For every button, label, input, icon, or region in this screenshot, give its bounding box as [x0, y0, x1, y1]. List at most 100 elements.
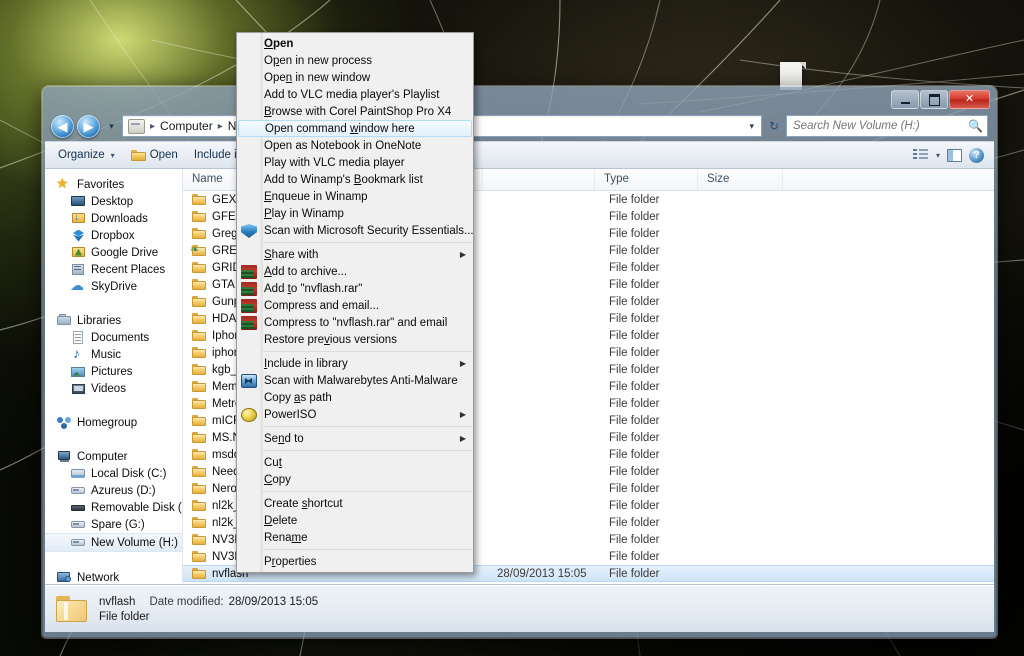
minimize-button[interactable]: [891, 90, 919, 109]
sidebar-item-desktop[interactable]: Desktop: [45, 193, 182, 210]
breadcrumb-computer[interactable]: Computer: [158, 119, 215, 133]
sidebar-label: Homegroup: [77, 416, 138, 429]
maximize-button[interactable]: [920, 90, 948, 109]
open-button[interactable]: Open: [124, 144, 185, 166]
help-icon[interactable]: ?: [969, 147, 984, 163]
sidebar-item-videos[interactable]: Videos: [45, 380, 182, 397]
sidebar-item-network[interactable]: Network: [45, 569, 182, 584]
search-icon: 🔍: [968, 119, 983, 133]
folder-icon: [192, 431, 207, 444]
column-header-type[interactable]: Type: [595, 169, 698, 190]
menu-item-open-as-notebook-in-onenote[interactable]: Open as Notebook in OneNote: [237, 137, 473, 154]
cell-type: File folder: [609, 363, 660, 376]
sidebar-item-google-drive[interactable]: Google Drive: [45, 244, 182, 261]
explorer-window[interactable]: ✕ ◀ ▶ ▾ ▸ Computer ▸ New Volu ▾ ↻ 🔍 Orga…: [42, 86, 997, 638]
menu-item-include-in-library[interactable]: Include in library ▶: [237, 355, 473, 372]
menu-item-open[interactable]: Open: [237, 35, 473, 52]
menu-item-scan-with-malwarebytes-anti-malware[interactable]: Scan with Malwarebytes Anti-Malware: [237, 372, 473, 389]
window-controls: ✕: [891, 90, 990, 109]
menu-item-scan-with-microsoft-security-essentials[interactable]: Scan with Microsoft Security Essentials.…: [237, 222, 474, 239]
sidebar-item-local-disk-c[interactable]: Local Disk (C:): [45, 465, 182, 482]
cell-type: File folder: [609, 499, 660, 512]
menu-item-poweriso[interactable]: PowerISO ▶: [237, 406, 473, 423]
sidebar-item-dropbox[interactable]: Dropbox: [45, 227, 182, 244]
minimize-icon: [900, 101, 910, 104]
menu-item-copy-as-path[interactable]: Copy as path: [237, 389, 473, 406]
table-row[interactable]: nvflash_windows_5.11828/09/2013 13:54Fil…: [183, 582, 994, 584]
menu-item-label: Enqueue in Winamp: [264, 190, 368, 203]
folder-icon: [192, 397, 207, 410]
view-chevron-down-icon[interactable]: ▾: [936, 151, 940, 160]
menu-item-add-to-vlc-media-player-s-playlist[interactable]: Add to VLC media player's Playlist: [237, 86, 473, 103]
menu-item-open-command-window-here[interactable]: Open command window here: [238, 120, 472, 137]
sidebar-item-new-volume-h[interactable]: New Volume (H:): [45, 533, 182, 552]
context-menu[interactable]: Open Open in new process Open in new windo…: [236, 32, 474, 573]
menu-item-open-in-new-window[interactable]: Open in new window: [237, 69, 473, 86]
search-input[interactable]: [791, 119, 969, 133]
menu-item-share-with[interactable]: Share with ▶: [237, 246, 473, 263]
menu-separator: [262, 450, 472, 451]
sidebar-item-downloads[interactable]: Downloads: [45, 210, 182, 227]
details-line-1: nvflash Date modified: 28/09/2013 15:05: [99, 596, 318, 608]
menu-item-play-with-vlc-media-player[interactable]: Play with VLC media player: [237, 154, 473, 171]
menu-item-compress-and-email[interactable]: Compress and email...: [237, 297, 473, 314]
sidebar-item-homegroup[interactable]: Homegroup: [45, 414, 182, 431]
back-button[interactable]: ◀: [51, 114, 74, 138]
column-header-date-modified[interactable]: [483, 169, 595, 190]
preview-pane-icon[interactable]: [947, 148, 962, 162]
menu-item-label: Add to Winamp's Bookmark list: [264, 173, 423, 186]
title-bar[interactable]: ✕: [43, 87, 996, 111]
organize-button[interactable]: Organize ▾: [51, 144, 122, 166]
forward-button[interactable]: ▶: [77, 114, 100, 138]
drive-icon: [71, 536, 86, 550]
menu-item-delete[interactable]: Delete: [237, 512, 473, 529]
refresh-button[interactable]: ↻: [764, 116, 784, 136]
sidebar-item-spare-g[interactable]: Spare (G:): [45, 516, 182, 533]
menu-item-cut[interactable]: Cut: [237, 454, 473, 471]
change-view-icon[interactable]: [912, 148, 929, 162]
menu-item-restore-previous-versions[interactable]: Restore previous versions: [237, 331, 473, 348]
sidebar-item-favorites[interactable]: Favorites: [45, 176, 182, 193]
include-label: Include i: [193, 149, 237, 161]
sidebar-item-skydrive[interactable]: SkyDrive: [45, 278, 182, 295]
menu-item-browse-with-corel-paintshop-pro-x4[interactable]: Browse with Corel PaintShop Pro X4: [237, 103, 473, 120]
cell-type: File folder: [609, 397, 660, 410]
folder-icon: [192, 363, 207, 376]
folder-icon: [192, 346, 207, 359]
menu-item-rename[interactable]: Rename: [237, 529, 473, 546]
folder-icon: [192, 516, 207, 529]
address-dropdown-icon[interactable]: ▾: [744, 121, 759, 132]
sidebar-label: Google Drive: [91, 246, 159, 259]
column-header-size[interactable]: Size: [698, 169, 783, 190]
close-button[interactable]: ✕: [949, 90, 990, 109]
downloads-icon: [71, 212, 86, 226]
menu-item-enqueue-in-winamp[interactable]: Enqueue in Winamp: [237, 188, 473, 205]
recent-locations-button[interactable]: ▾: [105, 117, 118, 135]
menu-item-add-to-archive[interactable]: Add to archive...: [237, 263, 473, 280]
menu-item-properties[interactable]: Properties: [237, 553, 473, 570]
command-bar-right: ▾ ?: [912, 147, 988, 163]
back-arrow-icon: ◀: [57, 118, 68, 134]
menu-item-create-shortcut[interactable]: Create shortcut: [237, 495, 473, 512]
folder-icon: [192, 312, 207, 325]
sidebar-item-removable-disk-e[interactable]: Removable Disk (E:): [45, 499, 182, 516]
menu-item-compress-to-nvflash-rar-and-email[interactable]: Compress to "nvflash.rar" and email: [237, 314, 473, 331]
sidebar-item-azureus-d[interactable]: Azureus (D:): [45, 482, 182, 499]
menu-item-play-in-winamp[interactable]: Play in Winamp: [237, 205, 473, 222]
menu-item-open-in-new-process[interactable]: Open in new process: [237, 52, 473, 69]
menu-item-copy[interactable]: Copy: [237, 471, 473, 488]
menu-item-add-to-winamp-s-bookmark-list[interactable]: Add to Winamp's Bookmark list: [237, 171, 473, 188]
sidebar-item-recent-places[interactable]: Recent Places: [45, 261, 182, 278]
navigation-pane[interactable]: Favorites Desktop Downloads Dropbox Goog…: [45, 169, 183, 584]
sidebar-item-libraries[interactable]: Libraries: [45, 312, 182, 329]
sidebar-item-music[interactable]: Music: [45, 346, 182, 363]
search-box[interactable]: 🔍: [786, 115, 988, 137]
sidebar-item-documents[interactable]: Documents: [45, 329, 182, 346]
menu-separator: [262, 426, 472, 427]
sidebar-item-pictures[interactable]: Pictures: [45, 363, 182, 380]
menu-item-add-to-nvflash-rar[interactable]: Add to "nvflash.rar": [237, 280, 473, 297]
folder-icon-large: [55, 594, 89, 624]
menu-item-send-to[interactable]: Send to ▶: [237, 430, 473, 447]
sidebar-item-computer[interactable]: Computer: [45, 448, 182, 465]
